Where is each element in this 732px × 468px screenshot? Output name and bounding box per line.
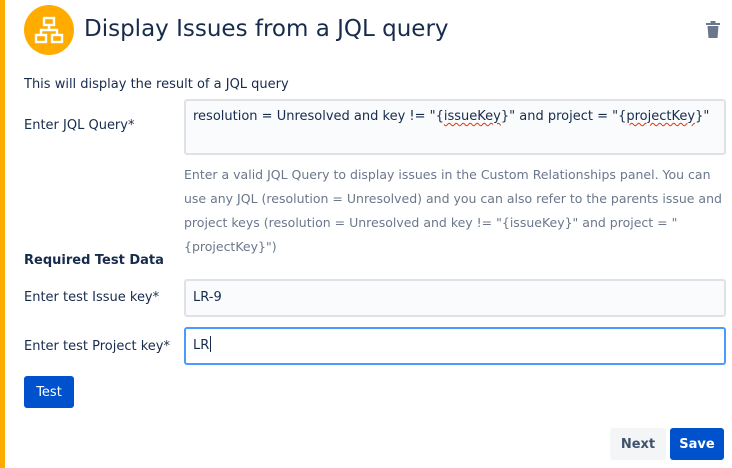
jql-help-text: Enter a valid JQL Query to display issue…	[184, 163, 724, 259]
help-line: use any JQL (resolution = Unresolved) an…	[184, 191, 722, 206]
jql-text-part: }"	[695, 109, 710, 124]
trash-icon[interactable]	[705, 21, 721, 39]
jql-text-part: }" and project = "{	[500, 109, 627, 124]
accent-bar	[0, 0, 5, 468]
help-line: Enter a valid JQL Query to display issue…	[184, 167, 711, 182]
page-title: Display Issues from a JQL query	[84, 16, 449, 42]
jql-text-projectkey: projectKey	[626, 109, 696, 124]
project-key-input[interactable]: LR	[184, 327, 726, 365]
jql-query-textarea[interactable]: resolution = Unresolved and key != "{iss…	[184, 99, 726, 155]
help-line: project keys (resolution = Unresolved an…	[184, 215, 678, 230]
issue-key-label: Enter test Issue key*	[24, 290, 160, 305]
jql-text-part: resolution = Unresolved and key != "{	[193, 109, 444, 124]
text-cursor	[210, 336, 212, 352]
help-line: {projectKey}")	[184, 239, 277, 254]
form-description: This will display the result of a JQL qu…	[24, 77, 289, 92]
test-data-heading: Required Test Data	[24, 253, 164, 268]
issue-key-value: LR-9	[193, 290, 222, 305]
jql-text-issuekey: issueKey	[443, 109, 501, 124]
page-header: Display Issues from a JQL query	[24, 5, 449, 55]
jql-query-label: Enter JQL Query*	[24, 118, 135, 133]
hierarchy-icon	[24, 5, 74, 55]
next-button[interactable]: Next	[610, 428, 666, 460]
test-button[interactable]: Test	[24, 376, 74, 408]
project-key-value: LR	[193, 338, 210, 353]
save-button[interactable]: Save	[670, 428, 724, 460]
issue-key-input[interactable]: LR-9	[184, 279, 726, 317]
project-key-label: Enter test Project key*	[24, 339, 170, 354]
